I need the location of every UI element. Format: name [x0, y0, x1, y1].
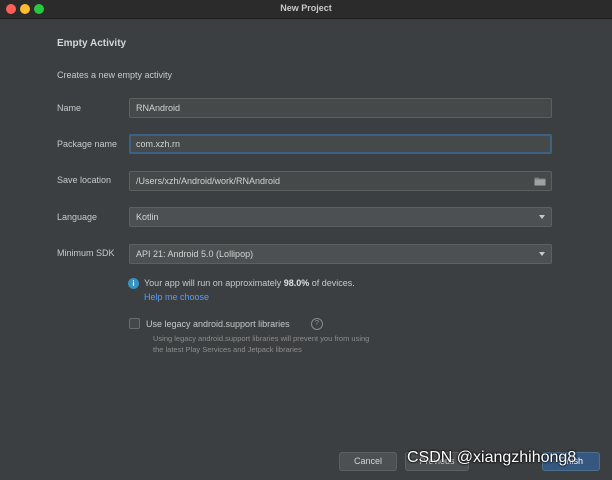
device-coverage-text: Your app will run on approximately 98.0%… [144, 278, 355, 288]
name-label: Name [57, 103, 82, 113]
save-location-field[interactable]: /Users/xzh/Android/work/RNAndroid [129, 171, 552, 191]
chevron-down-icon [539, 215, 545, 219]
save-location-label: Save location [57, 175, 112, 185]
legacy-support-checkbox[interactable] [129, 318, 140, 329]
minimum-sdk-value: API 21: Android 5.0 (Lollipop) [136, 249, 254, 259]
minimum-sdk-label: Minimum SDK [57, 248, 115, 258]
package-name-label: Package name [57, 139, 118, 149]
page-heading: Empty Activity [57, 38, 127, 49]
cancel-button[interactable]: Cancel [339, 452, 397, 471]
window-title: New Project [280, 3, 332, 13]
help-me-choose-link[interactable]: Help me choose [144, 292, 209, 302]
coverage-percent: 98.0% [283, 278, 310, 288]
coverage-text-prefix: Your app will run on approximately [144, 278, 284, 288]
info-icon: i [128, 278, 139, 289]
coverage-text-suffix: of devices. [309, 278, 355, 288]
package-name-field[interactable]: com.xzh.rn [129, 134, 552, 154]
folder-icon[interactable] [534, 176, 546, 186]
title-bar: New Project [0, 0, 612, 19]
chevron-down-icon [539, 252, 545, 256]
legacy-help-line-1: Using legacy android.support libraries w… [153, 334, 370, 343]
minimum-sdk-select[interactable]: API 21: Android 5.0 (Lollipop) [129, 244, 552, 264]
legacy-support-label[interactable]: Use legacy android.support libraries [146, 319, 290, 329]
watermark: CSDN @xiangzhihong8 [407, 449, 577, 466]
language-label: Language [57, 212, 98, 222]
name-field[interactable]: RNAndroid [129, 98, 552, 118]
question-icon[interactable]: ? [311, 318, 323, 330]
legacy-help-line-2: the latest Play Services and Jetpack lib… [153, 345, 302, 354]
legacy-support-help: Using legacy android.support libraries w… [153, 333, 443, 355]
page-description: Creates a new empty activity [57, 70, 173, 80]
language-select[interactable]: Kotlin [129, 207, 552, 227]
save-location-value: /Users/xzh/Android/work/RNAndroid [136, 176, 281, 186]
language-value: Kotlin [136, 212, 159, 222]
